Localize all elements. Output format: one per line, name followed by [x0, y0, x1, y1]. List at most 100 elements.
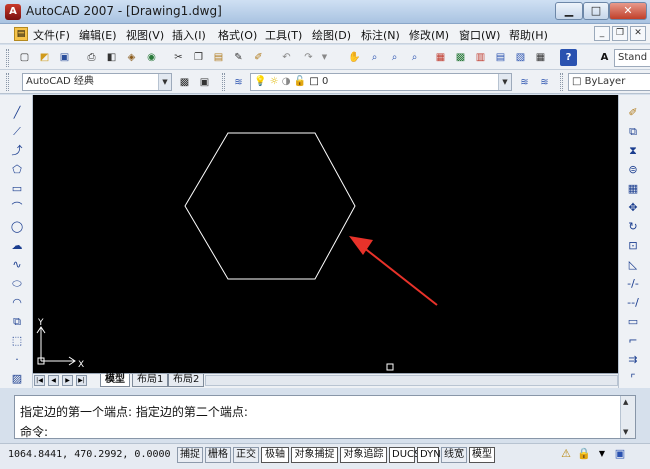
- make-block-icon[interactable]: ⬚: [9, 333, 25, 349]
- toolbar-grip[interactable]: [6, 49, 9, 67]
- model-toggle[interactable]: 模型: [469, 447, 495, 463]
- next-tab-button[interactable]: ▶: [62, 375, 73, 386]
- menu-draw[interactable]: 绘图(D): [312, 27, 351, 43]
- layer-manager-icon[interactable]: ≋: [230, 74, 247, 91]
- scale-icon[interactable]: ⊡: [625, 238, 641, 254]
- menu-window[interactable]: 窗口(W): [459, 27, 500, 43]
- scroll-down-icon[interactable]: ▼: [623, 428, 628, 436]
- redo-icon[interactable]: ↷: [300, 49, 317, 66]
- ellipse-icon[interactable]: ⬭: [9, 276, 25, 292]
- line-icon[interactable]: ╱: [9, 105, 25, 121]
- horizontal-scrollbar[interactable]: [205, 375, 618, 386]
- zoom-previous-icon[interactable]: ⌕: [406, 49, 423, 66]
- undo-icon[interactable]: ↶: [278, 49, 295, 66]
- menu-tools[interactable]: 工具(T): [265, 27, 302, 43]
- snap-toggle[interactable]: 捕捉: [177, 447, 203, 463]
- polar-toggle[interactable]: 极轴: [261, 447, 289, 463]
- print-preview-icon[interactable]: ◧: [103, 49, 120, 66]
- document-icon[interactable]: ▤: [14, 27, 28, 41]
- previous-tab-button[interactable]: ◀: [48, 375, 59, 386]
- layer-previous-icon[interactable]: ≋: [536, 74, 553, 91]
- mdi-restore-button[interactable]: ❐: [612, 26, 628, 41]
- grid-toggle[interactable]: 栅格: [205, 447, 231, 463]
- offset-icon[interactable]: ⊜: [625, 162, 641, 178]
- construction-line-icon[interactable]: ⟋: [9, 124, 25, 140]
- dyn-toggle[interactable]: DYN: [417, 447, 441, 463]
- mirror-icon[interactable]: ⧗: [625, 143, 641, 159]
- clean-screen-icon[interactable]: ▣: [612, 446, 628, 462]
- copy-object-icon[interactable]: ⧉: [625, 124, 641, 140]
- menu-format[interactable]: 格式(O): [218, 27, 257, 43]
- pan-icon[interactable]: ✋: [346, 49, 363, 66]
- menu-edit[interactable]: 编辑(E): [79, 27, 117, 43]
- rectangle-icon[interactable]: ▭: [9, 181, 25, 197]
- open-folder-icon[interactable]: ◩: [36, 49, 53, 66]
- toolbar-grip[interactable]: [560, 73, 563, 91]
- publish-icon[interactable]: ◈: [123, 49, 140, 66]
- copy-icon[interactable]: ❐: [190, 49, 207, 66]
- osnap-toggle[interactable]: 对象捕捉: [291, 447, 338, 463]
- close-button[interactable]: ✕: [609, 2, 647, 20]
- array-icon[interactable]: ▦: [625, 181, 641, 197]
- last-tab-button[interactable]: ▶|: [76, 375, 87, 386]
- maximize-button[interactable]: □: [583, 2, 609, 20]
- tab-model[interactable]: 模型: [100, 374, 130, 387]
- otrack-toggle[interactable]: 对象追踪: [340, 447, 387, 463]
- toolbar-grip[interactable]: [222, 73, 225, 91]
- circle-icon[interactable]: ◯: [9, 219, 25, 235]
- autocad-app-icon[interactable]: A: [5, 4, 21, 20]
- menu-dimension[interactable]: 标注(N): [361, 27, 400, 43]
- block-editor-icon[interactable]: ✐: [250, 49, 267, 66]
- calculator-icon[interactable]: ▦: [532, 49, 549, 66]
- help-icon[interactable]: ?: [560, 49, 577, 66]
- insert-block-icon[interactable]: ⧉: [9, 314, 25, 330]
- spline-icon[interactable]: ∿: [9, 257, 25, 273]
- print-icon[interactable]: ⎙: [83, 49, 100, 66]
- design-center-icon[interactable]: ▩: [452, 49, 469, 66]
- color-combo[interactable]: □ ByLayer: [568, 73, 650, 91]
- save-icon[interactable]: ▣: [56, 49, 73, 66]
- hatch-icon[interactable]: ▨: [9, 371, 25, 387]
- drawing-canvas[interactable]: Y X: [33, 95, 618, 373]
- ducs-toggle[interactable]: DUCS: [389, 447, 420, 463]
- menu-file[interactable]: 文件(F): [33, 27, 70, 43]
- first-tab-button[interactable]: |◀: [34, 375, 45, 386]
- polygon-icon[interactable]: ⬠: [9, 162, 25, 178]
- publish-web-icon[interactable]: ◉: [143, 49, 160, 66]
- break-icon[interactable]: ▭: [625, 314, 641, 330]
- lock-icon[interactable]: 🔒: [576, 446, 592, 462]
- toolbar-grip[interactable]: [6, 73, 9, 91]
- move-icon[interactable]: ✥: [625, 200, 641, 216]
- tab-layout1[interactable]: 布局1: [132, 374, 169, 387]
- match-properties-icon[interactable]: ✎: [230, 49, 247, 66]
- revision-cloud-icon[interactable]: ☁: [9, 238, 25, 254]
- arc-icon[interactable]: ⌒: [9, 200, 25, 216]
- workspace-settings-icon[interactable]: ▩: [176, 74, 193, 91]
- scroll-up-icon[interactable]: ▲: [623, 398, 628, 406]
- menu-insert[interactable]: 插入(I): [172, 27, 206, 43]
- hexagon-shape[interactable]: [184, 132, 356, 280]
- menu-help[interactable]: 帮助(H): [509, 27, 548, 43]
- text-style-combo[interactable]: Stand: [614, 49, 650, 67]
- coordinate-readout[interactable]: 1064.8441, 470.2992, 0.0000: [8, 449, 171, 460]
- chevron-down-icon[interactable]: ▼: [158, 74, 171, 90]
- ellipse-arc-icon[interactable]: ◠: [9, 295, 25, 311]
- erase-icon[interactable]: ✐: [625, 105, 641, 121]
- fillet-icon[interactable]: ⌜: [625, 371, 641, 387]
- redo-dropdown-icon[interactable]: ▼: [316, 49, 333, 66]
- menu-modify[interactable]: 修改(M): [409, 27, 449, 43]
- tray-dropdown-icon[interactable]: ▼: [594, 446, 610, 462]
- menu-view[interactable]: 视图(V): [126, 27, 164, 43]
- chamfer-icon[interactable]: ⌐: [625, 333, 641, 349]
- polyline-icon[interactable]: ⤴: [9, 143, 25, 159]
- minimize-button[interactable]: ▁: [555, 2, 583, 20]
- tab-layout2[interactable]: 布局2: [168, 374, 205, 387]
- workspace-combo[interactable]: AutoCAD 经典 ▼: [22, 73, 172, 91]
- extend-icon[interactable]: --/: [625, 295, 641, 311]
- join-icon[interactable]: ⇉: [625, 352, 641, 368]
- text-style-icon[interactable]: A: [596, 49, 613, 66]
- paste-icon[interactable]: ▤: [210, 49, 227, 66]
- cut-icon[interactable]: ✂: [170, 49, 187, 66]
- mdi-minimize-button[interactable]: _: [594, 26, 610, 41]
- stretch-icon[interactable]: ◺: [625, 257, 641, 273]
